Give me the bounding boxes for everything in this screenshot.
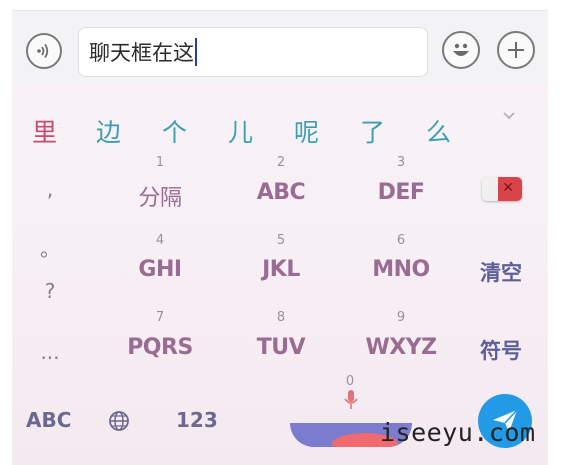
input-bar: 聊天框在这 (12, 10, 548, 86)
language-button[interactable] (108, 410, 130, 436)
candidate-6[interactable]: 了 (360, 113, 385, 149)
punct-ellipsis[interactable]: ... (30, 340, 70, 364)
watermark-text: iseeyu.com (380, 418, 536, 447)
punct-period[interactable]: 。 (30, 233, 70, 262)
number-mode-button[interactable]: 123 (176, 408, 218, 432)
key-label: TUV (256, 335, 306, 360)
key-label: GHI (138, 257, 182, 282)
plus-icon (508, 42, 524, 58)
punct-comma[interactable]: , (30, 177, 70, 201)
emoji-button[interactable] (442, 31, 480, 69)
voice-button[interactable] (26, 33, 62, 69)
key-label: WXYZ (365, 335, 437, 360)
key-label: MNO (372, 257, 430, 282)
symbols-button[interactable]: 符号 (480, 335, 522, 365)
chat-input[interactable]: 聊天框在这 (78, 27, 428, 77)
key-label: DEF (377, 180, 425, 205)
key-number: 7 (155, 310, 165, 325)
candidate-3[interactable]: 个 (162, 113, 187, 149)
key-label: 分隔 (138, 186, 182, 211)
chat-input-text: 聊天框在这 (89, 41, 194, 65)
key-number: 8 (276, 310, 286, 325)
candidate-4[interactable]: 儿 (228, 113, 253, 149)
punct-question[interactable]: ? (30, 279, 70, 303)
key-number: 1 (155, 155, 165, 170)
candidate-7[interactable]: 么 (426, 113, 451, 149)
microphone-icon (344, 390, 358, 409)
delete-icon: ✕ (502, 180, 514, 196)
key-label: PQRS (127, 335, 193, 360)
key-number: 2 (276, 155, 286, 170)
candidate-5[interactable]: 呢 (294, 113, 319, 149)
clear-button[interactable]: 清空 (480, 257, 522, 287)
key-number: 9 (396, 310, 406, 325)
keyboard: 里 边 个 儿 呢 了 么 , 。 ? ... 1 分隔 2 ABC 3 DEF… (12, 85, 548, 465)
key-number: 4 (155, 233, 165, 248)
delete-button[interactable]: ✕ (482, 177, 522, 201)
more-button[interactable] (497, 31, 535, 69)
text-caret (195, 38, 197, 66)
candidate-2[interactable]: 边 (96, 113, 121, 149)
key-number: 3 (396, 155, 406, 170)
key-label: JKL (262, 257, 300, 282)
globe-icon (109, 411, 129, 431)
key-number: 6 (396, 233, 406, 248)
emoji-icon (453, 43, 469, 56)
abc-mode-button[interactable]: ABC (26, 408, 71, 432)
key-label: ABC (256, 180, 306, 205)
zero-label: 0 (345, 374, 355, 389)
key-number: 5 (276, 233, 286, 248)
chevron-down-icon[interactable] (502, 109, 516, 123)
candidate-1[interactable]: 里 (32, 113, 57, 149)
voice-icon (37, 43, 49, 59)
